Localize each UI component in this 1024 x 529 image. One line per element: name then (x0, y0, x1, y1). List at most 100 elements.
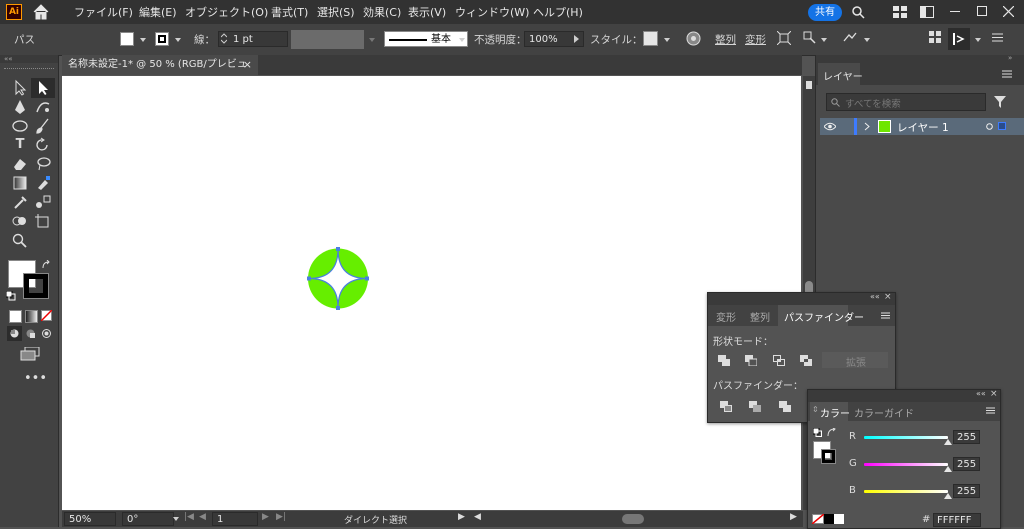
first-artboard-icon[interactable]: |◀ (184, 512, 194, 522)
properties-toggle[interactable] (948, 28, 970, 50)
color-white-swatch[interactable] (834, 514, 844, 524)
layers-search-input[interactable]: すべてを検索 (826, 93, 986, 111)
direct-selection-tool-icon[interactable] (33, 79, 53, 97)
expand-button[interactable]: 拡張 (822, 352, 888, 369)
r-slider-track[interactable] (864, 436, 948, 439)
zoom-tool-icon[interactable] (10, 231, 30, 249)
collapse-color-panel-icon[interactable]: «« (976, 389, 986, 398)
tab-transform[interactable]: 変形 (716, 309, 736, 324)
selection-indicator[interactable] (998, 122, 1006, 130)
menu-type[interactable]: 書式(T) (271, 4, 308, 20)
color-mode-icon[interactable] (9, 310, 22, 323)
restore-icon[interactable] (977, 6, 987, 16)
b-value-input[interactable]: 255 (953, 484, 980, 498)
color-panel-menu-icon[interactable] (986, 407, 995, 414)
rotation-chevron-icon[interactable] (173, 517, 179, 521)
divide-icon[interactable] (720, 401, 732, 412)
swap-fill-stroke-icon[interactable] (41, 260, 51, 270)
gradient-tool-icon[interactable] (10, 174, 30, 192)
previous-artboard-icon[interactable]: ◀ (199, 512, 206, 522)
last-artboard-icon[interactable]: ▶| (276, 512, 286, 522)
eyedropper-tool-icon[interactable] (10, 193, 30, 211)
rotate-tool-icon[interactable] (33, 136, 53, 154)
brush-chevron-icon[interactable] (459, 38, 465, 42)
arrange-documents-icon[interactable] (920, 6, 934, 18)
target-circle-icon[interactable] (986, 123, 993, 130)
close-window-icon[interactable] (1003, 6, 1014, 17)
draw-inside-icon[interactable] (41, 328, 52, 339)
align-panel-icon[interactable] (929, 31, 941, 43)
fill-dropdown-chevron-icon[interactable] (140, 38, 146, 42)
recolor-artwork-icon[interactable] (686, 31, 701, 46)
hscroll-right-arrow-icon[interactable]: ▶ (790, 512, 797, 522)
b-slider-thumb[interactable] (944, 493, 952, 499)
pathfinder-panel-titlebar[interactable]: «« × (708, 292, 895, 305)
screen-mode-icon[interactable] (20, 347, 40, 361)
minus-front-icon[interactable] (745, 355, 757, 366)
workspace-layout-icon[interactable] (893, 6, 907, 18)
puppet-warp-chevron-icon[interactable] (864, 38, 870, 42)
r-value-input[interactable]: 255 (953, 430, 980, 444)
color-swap-icon[interactable] (827, 428, 836, 437)
draw-behind-icon[interactable] (25, 328, 36, 339)
trim-icon[interactable] (749, 401, 761, 412)
stroke-weight-stepper-icon[interactable] (221, 33, 227, 44)
stroke-dropdown-chevron-icon[interactable] (175, 38, 181, 42)
g-slider-track[interactable] (864, 463, 948, 466)
artboard-tool-icon[interactable] (33, 212, 53, 230)
hscroll-left-arrow-icon[interactable]: ◀ (474, 512, 481, 522)
expand-layer-chevron-icon[interactable] (864, 122, 870, 131)
gradient-mode-icon[interactable] (25, 310, 38, 323)
rotation-dropdown[interactable]: 0° (122, 512, 174, 526)
brush-definition-dropdown[interactable]: 基本 (384, 31, 468, 47)
paintbrush-tool-icon[interactable] (33, 117, 53, 135)
stroke-color-box[interactable] (23, 273, 49, 299)
hex-value-input[interactable]: FFFFFF (933, 513, 981, 527)
none-mode-icon[interactable] (41, 310, 52, 321)
opacity-arrow-icon[interactable] (574, 35, 579, 43)
document-tab[interactable]: 名称未設定-1* @ 50 % (RGB/プレビュー) × (62, 55, 258, 90)
pathfinder-menu-icon[interactable] (881, 312, 890, 319)
status-menu-arrow-icon[interactable]: ▶ (458, 512, 465, 522)
menu-select[interactable]: 選択(S) (317, 4, 355, 20)
type-tool-icon[interactable]: T (10, 136, 30, 154)
close-panel-icon[interactable]: × (884, 292, 892, 302)
merge-icon[interactable] (779, 401, 791, 412)
isolate-object-icon[interactable] (777, 31, 791, 45)
close-tab-icon[interactable]: × (243, 55, 252, 75)
artboard-canvas[interactable] (62, 76, 801, 510)
artboard-number-input[interactable]: 1 (212, 512, 258, 526)
color-panel-titlebar[interactable]: «« × (808, 389, 1000, 402)
layers-tab[interactable]: レイヤー (823, 68, 863, 83)
puppet-warp-icon[interactable] (843, 31, 857, 45)
zoom-level-dropdown[interactable]: 50% (64, 512, 116, 526)
select-similar-chevron-icon[interactable] (821, 38, 827, 42)
menu-window[interactable]: ウィンドウ(W) (455, 4, 529, 20)
g-value-input[interactable]: 255 (953, 457, 980, 471)
select-similar-icon[interactable] (803, 31, 817, 45)
draw-normal-icon[interactable] (9, 328, 20, 339)
fill-swatch[interactable] (120, 32, 134, 46)
b-slider-track[interactable] (864, 490, 948, 493)
shape-builder-tool-icon[interactable] (10, 212, 30, 230)
menu-file[interactable]: ファイル(F) (74, 4, 133, 20)
search-icon[interactable] (851, 5, 865, 19)
default-colors-icon[interactable] (6, 291, 16, 301)
edit-toolbar-icon[interactable]: ••• (24, 371, 47, 386)
layers-panel-menu-icon[interactable] (1002, 70, 1012, 78)
filter-icon[interactable] (994, 96, 1006, 108)
visibility-eye-icon[interactable] (824, 122, 836, 131)
tab-pathfinder[interactable]: パスファインダー (784, 309, 864, 324)
panel-menu-icon[interactable] (992, 32, 1003, 43)
r-slider-thumb[interactable] (944, 439, 952, 445)
share-button[interactable]: 共有 (808, 4, 842, 21)
eraser-tool-icon[interactable] (10, 155, 30, 173)
color-stroke-swatch[interactable] (821, 449, 836, 464)
menu-view[interactable]: 表示(V) (408, 4, 446, 20)
align-link[interactable]: 整列 (715, 32, 736, 47)
pen-tool-icon[interactable] (10, 98, 30, 116)
graphic-style-swatch[interactable] (643, 31, 658, 46)
menu-effect[interactable]: 効果(C) (363, 4, 401, 20)
minimize-icon[interactable] (950, 11, 960, 12)
scroll-up-arrow-icon[interactable] (806, 81, 812, 89)
